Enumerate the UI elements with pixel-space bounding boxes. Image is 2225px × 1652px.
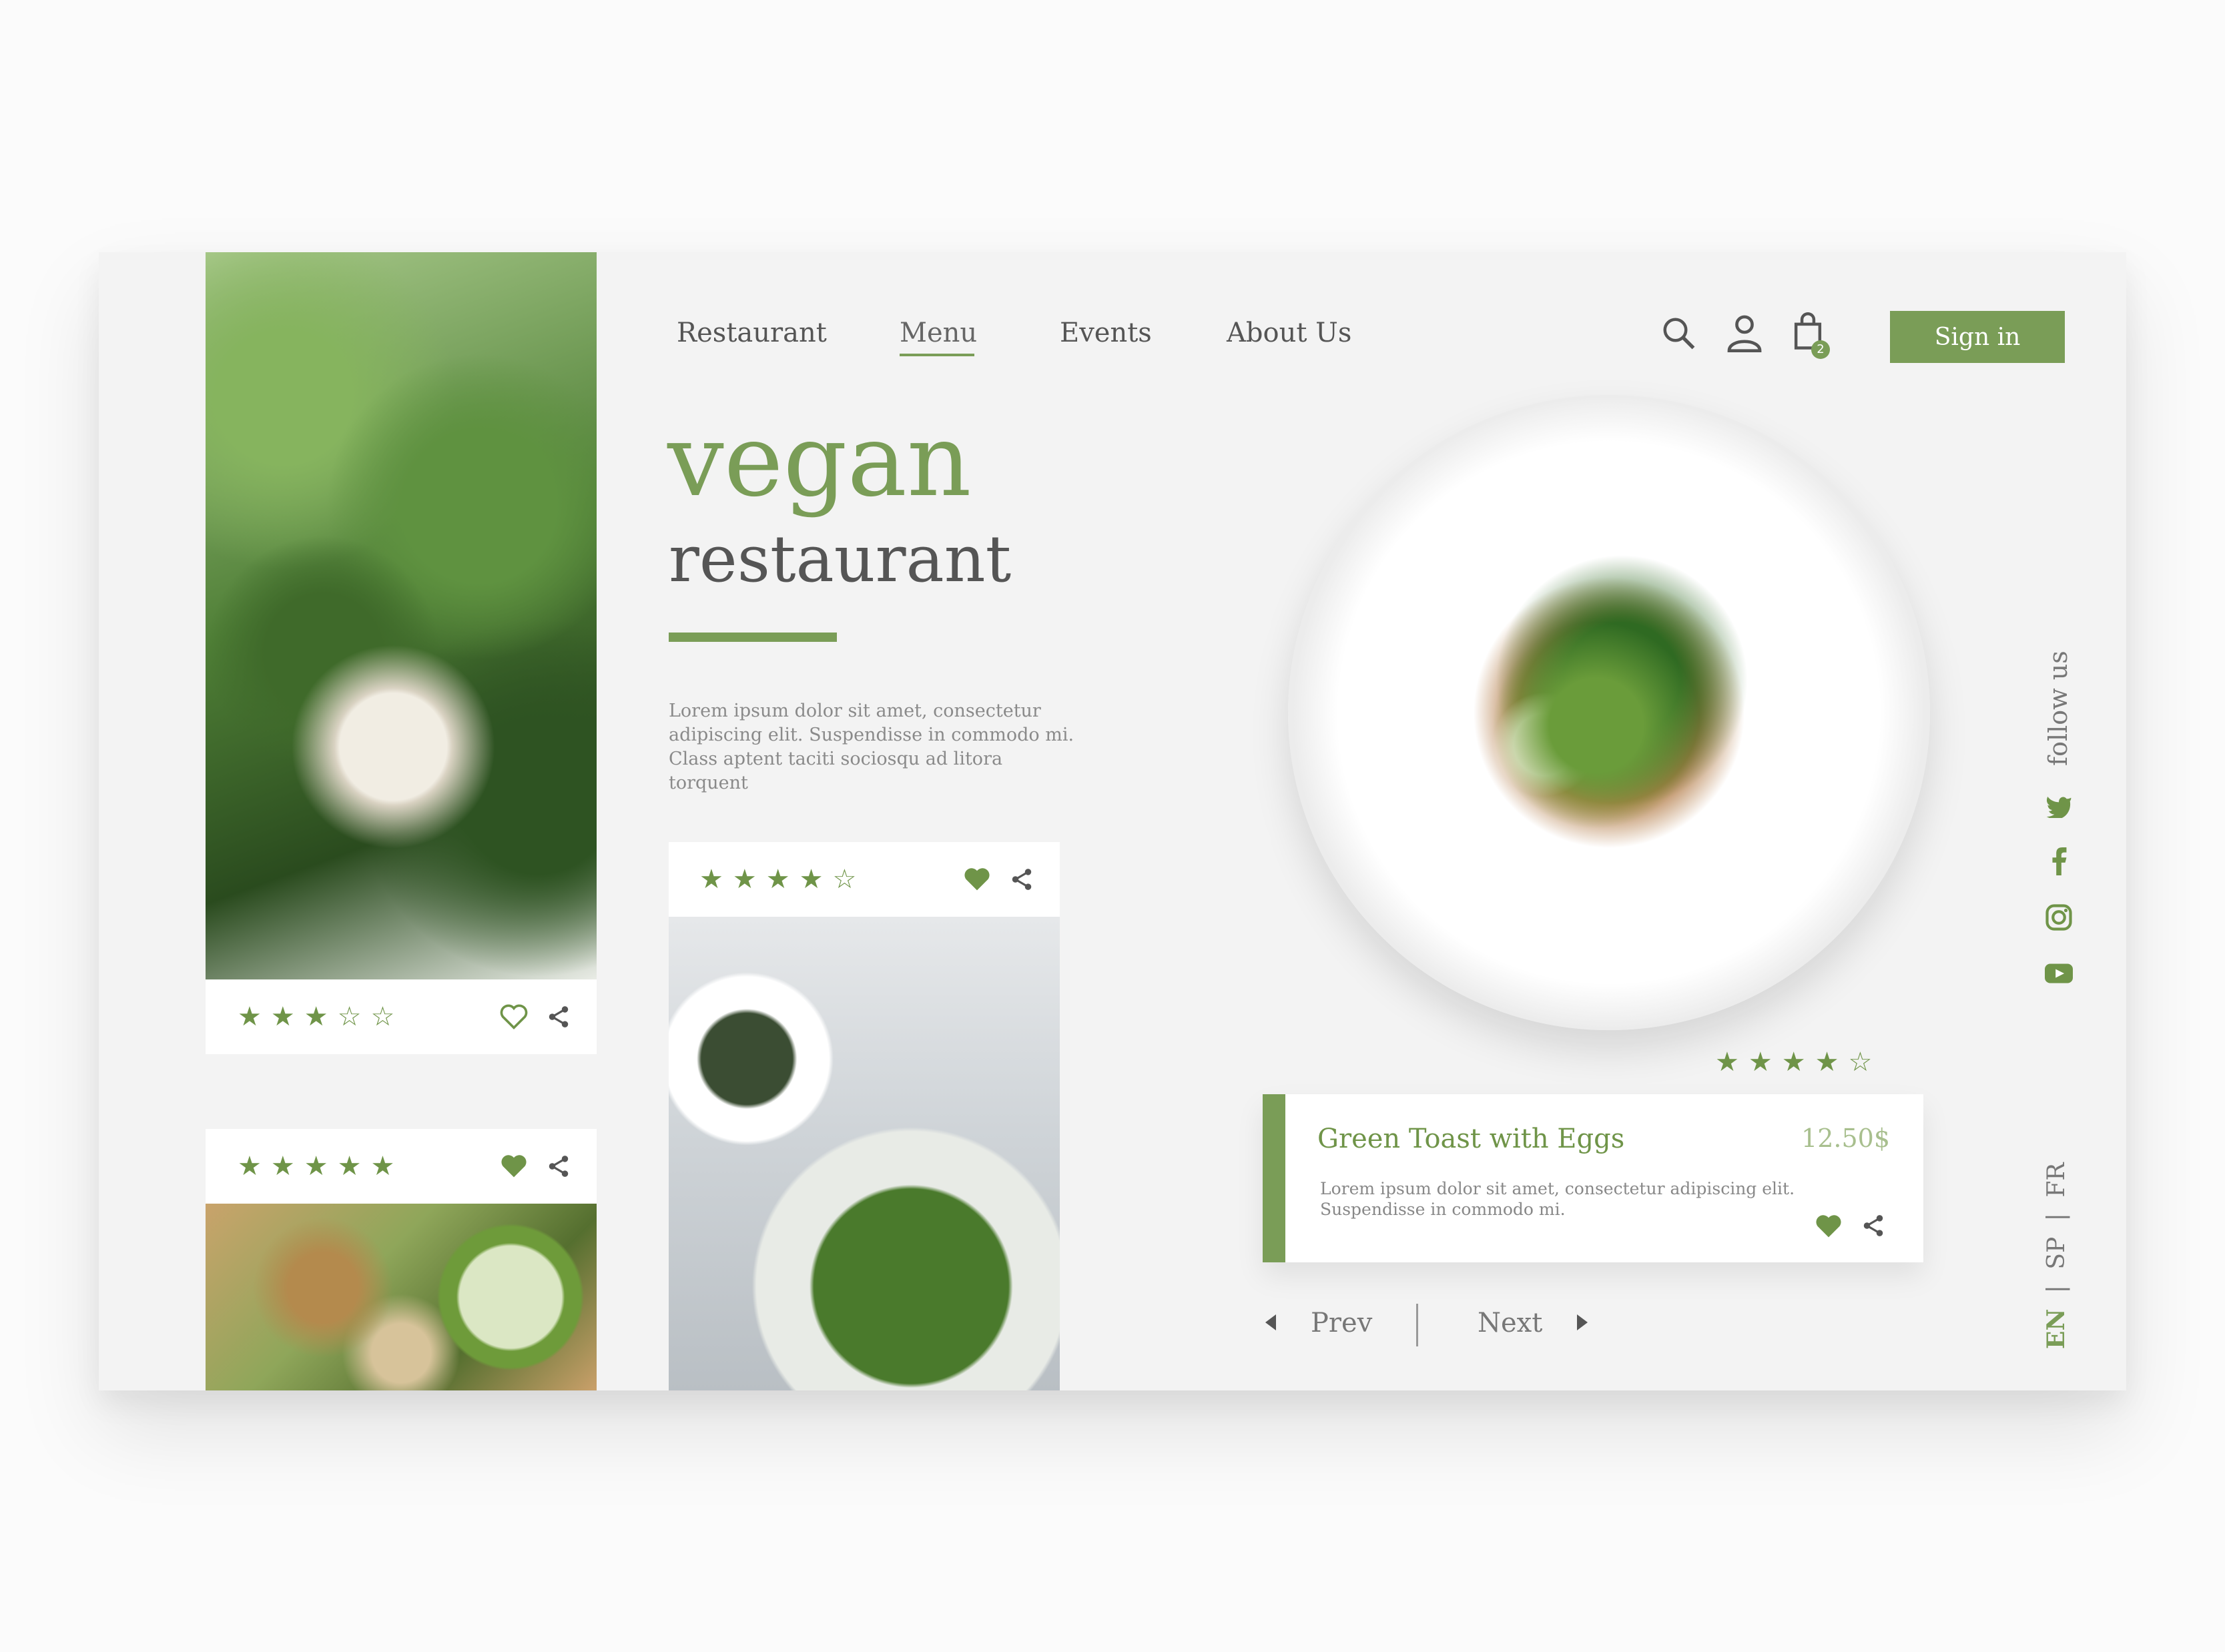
nav-active-underline [900, 354, 974, 356]
heart-icon[interactable] [499, 1153, 529, 1180]
nav-menu[interactable]: Menu [900, 318, 977, 348]
nav-restaurant[interactable]: Restaurant [677, 318, 827, 348]
featured-description: Lorem ipsum dolor sit amet, consectetur … [1320, 1179, 1795, 1219]
hero-accent-line [669, 633, 837, 642]
lang-en[interactable]: EN [2042, 1309, 2070, 1349]
star-filled-icon[interactable]: ★ [1782, 1049, 1806, 1076]
star-filled-icon[interactable]: ★ [304, 1003, 328, 1030]
main-card: ★ ★ ★ ☆ ☆ ★ ★ ★ ★ ★ ★ ★ ★ ★ ☆ Restaurant… [99, 252, 2126, 1390]
rating-stars[interactable]: ★ ★ ★ ☆ ☆ [238, 1003, 394, 1030]
star-filled-icon[interactable]: ★ [338, 1153, 362, 1180]
lang-separator: | [2043, 1285, 2070, 1294]
search-icon[interactable] [1660, 315, 1696, 354]
youtube-icon[interactable] [2045, 959, 2073, 987]
star-filled-icon[interactable]: ★ [1815, 1049, 1839, 1076]
featured-price: 12.50$ [1801, 1124, 1890, 1153]
star-empty-icon[interactable]: ☆ [370, 1003, 394, 1030]
next-button[interactable]: Next [1478, 1308, 1589, 1338]
star-filled-icon[interactable]: ★ [766, 866, 790, 893]
star-filled-icon[interactable]: ★ [238, 1153, 262, 1180]
star-empty-icon[interactable]: ☆ [338, 1003, 362, 1030]
salad-card-bar: ★ ★ ★ ☆ ☆ [206, 979, 597, 1054]
next-label: Next [1478, 1308, 1543, 1338]
share-icon[interactable] [1861, 1213, 1886, 1242]
nav-about-us[interactable]: About Us [1227, 318, 1351, 348]
lang-sp[interactable]: SP [2043, 1237, 2070, 1270]
caret-left-icon [1264, 1308, 1277, 1338]
follow-us-label: follow us [2043, 651, 2073, 766]
star-filled-icon[interactable]: ★ [733, 866, 757, 893]
sign-in-button[interactable]: Sign in [1890, 311, 2065, 363]
salad-photo[interactable] [206, 252, 597, 979]
facebook-icon[interactable] [2045, 847, 2073, 875]
bowl-photo[interactable] [669, 917, 1060, 1390]
twitter-icon[interactable] [2045, 793, 2073, 821]
star-filled-icon[interactable]: ★ [1749, 1049, 1773, 1076]
prev-label: Prev [1311, 1308, 1373, 1338]
nav-events[interactable]: Events [1060, 318, 1152, 348]
language-switcher: EN | SP | FR [2042, 1163, 2070, 1349]
star-filled-icon[interactable]: ★ [800, 866, 824, 893]
share-icon[interactable] [1009, 867, 1034, 892]
star-filled-icon[interactable]: ★ [370, 1153, 394, 1180]
star-filled-icon[interactable]: ★ [271, 1153, 295, 1180]
user-icon[interactable] [1726, 312, 1763, 355]
featured-dish-photo[interactable] [1288, 395, 1930, 1030]
lang-separator: | [2043, 1213, 2070, 1222]
featured-dish-card[interactable]: Green Toast with Eggs 12.50$ Lorem ipsum… [1263, 1094, 1923, 1262]
hero-title: vegan [667, 403, 972, 519]
cucumber-card-bar: ★ ★ ★ ★ ★ [206, 1129, 597, 1204]
heart-icon[interactable] [1814, 1213, 1843, 1242]
star-filled-icon[interactable]: ★ [304, 1153, 328, 1180]
star-empty-icon[interactable]: ☆ [1848, 1049, 1872, 1076]
cart-count-badge: 2 [1811, 340, 1830, 359]
rating-stars[interactable]: ★ ★ ★ ★ ★ [238, 1153, 394, 1180]
pager-divider [1416, 1304, 1418, 1346]
heart-outline-icon[interactable] [499, 1003, 529, 1030]
star-filled-icon[interactable]: ★ [1715, 1049, 1739, 1076]
star-filled-icon[interactable]: ★ [238, 1003, 262, 1030]
share-icon[interactable] [546, 1004, 571, 1029]
cucumber-photo[interactable] [206, 1204, 597, 1390]
heart-icon[interactable] [962, 866, 992, 893]
star-empty-icon[interactable]: ☆ [832, 866, 856, 893]
star-filled-icon[interactable]: ★ [699, 866, 723, 893]
featured-rating-stars[interactable]: ★ ★ ★ ★ ☆ [1715, 1049, 1872, 1076]
instagram-icon[interactable] [2045, 903, 2073, 931]
caret-right-icon [1576, 1308, 1589, 1338]
bowl-card-bar: ★ ★ ★ ★ ☆ [669, 842, 1060, 917]
rating-stars[interactable]: ★ ★ ★ ★ ☆ [699, 866, 856, 893]
lang-fr[interactable]: FR [2043, 1163, 2070, 1198]
hero-subtitle: restaurant [669, 522, 1012, 596]
star-filled-icon[interactable]: ★ [271, 1003, 295, 1030]
hero-description: Lorem ipsum dolor sit amet, consectetur … [669, 701, 1074, 793]
prev-button[interactable]: Prev [1264, 1308, 1372, 1338]
share-icon[interactable] [546, 1154, 571, 1179]
featured-title: Green Toast with Eggs [1317, 1124, 1625, 1154]
featured-accent-stripe [1263, 1094, 1285, 1262]
